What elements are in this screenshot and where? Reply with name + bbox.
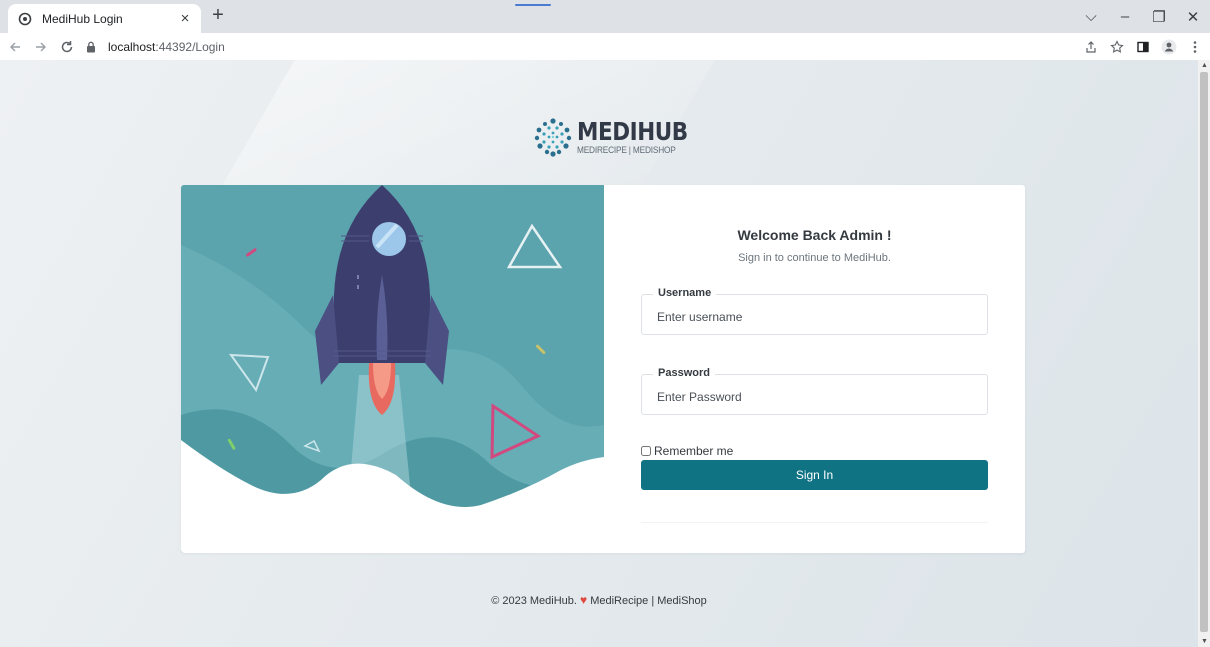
page-viewport: MEDIHUB MEDIRECIPE | MEDISHOP Welcome Ba… — [0, 60, 1198, 647]
side-panel-icon[interactable] — [1132, 36, 1154, 58]
tab-close-icon[interactable]: × — [177, 10, 193, 27]
tab-search-icon[interactable]: ⌵ — [1074, 0, 1108, 33]
page-scrollbar[interactable]: ▲ ▼ — [1198, 60, 1210, 647]
tab-strip-indicator — [515, 4, 551, 6]
medihub-logo[interactable]: MEDIHUB MEDIRECIPE | MEDISHOP — [533, 117, 706, 157]
password-field: Password — [641, 367, 988, 415]
remember-me-checkbox[interactable] — [641, 446, 651, 456]
lock-icon[interactable] — [86, 40, 100, 54]
bookmark-star-icon[interactable] — [1106, 36, 1128, 58]
scrollbar-thumb[interactable] — [1200, 72, 1208, 632]
welcome-heading: Welcome Back Admin ! — [737, 227, 892, 243]
share-icon[interactable] — [1080, 36, 1102, 58]
page-footer: © 2023 MediHub. ♥ MediRecipe | MediShop — [0, 593, 1198, 607]
tab-title: MediHub Login — [42, 11, 123, 26]
forward-icon[interactable] — [30, 36, 52, 58]
form-divider — [641, 522, 988, 523]
heart-icon: ♥ — [580, 593, 588, 607]
minimize-icon[interactable]: – — [1108, 0, 1142, 33]
reload-icon[interactable] — [56, 36, 78, 58]
browser-tab[interactable]: MediHub Login × — [8, 4, 201, 33]
browser-tabstrip: MediHub Login × + ⌵ – ❐ ✕ — [0, 0, 1210, 33]
browser-menu-icon[interactable] — [1184, 36, 1206, 58]
toolbar-actions — [1076, 33, 1206, 60]
scroll-up-icon[interactable]: ▲ — [1201, 62, 1208, 69]
back-icon[interactable] — [4, 36, 26, 58]
rocket-illustration — [181, 185, 604, 553]
welcome-subtitle: Sign in to continue to MediHub. — [738, 252, 891, 264]
remember-me[interactable]: Remember me — [641, 444, 733, 458]
username-input[interactable] — [642, 305, 987, 329]
profile-avatar-icon[interactable] — [1158, 36, 1180, 58]
restore-icon[interactable]: ❐ — [1142, 0, 1176, 33]
window-close-icon[interactable]: ✕ — [1176, 0, 1210, 33]
brand-tagline: MEDIRECIPE | MEDISHOP — [577, 145, 676, 155]
login-card: Welcome Back Admin ! Sign in to continue… — [181, 185, 1025, 553]
username-label: Username — [653, 287, 717, 299]
address-bar[interactable]: localhost:44392/Login — [86, 40, 225, 54]
tab-favicon-icon — [18, 12, 32, 26]
window-controls: ⌵ – ❐ ✕ — [1074, 0, 1210, 33]
url-path: :44392/Login — [155, 39, 225, 54]
username-field: Username — [641, 287, 988, 335]
browser-toolbar: localhost:44392/Login — [0, 33, 1210, 60]
footer-links: MediRecipe | MediShop — [590, 595, 707, 607]
scroll-down-icon[interactable]: ▼ — [1201, 638, 1208, 645]
footer-copyright: © 2023 MediHub. — [491, 595, 577, 607]
password-label: Password — [653, 367, 715, 379]
password-input[interactable] — [642, 385, 987, 409]
molecule-logo-icon — [534, 118, 572, 157]
url-host: localhost — [108, 39, 156, 54]
sign-in-button[interactable]: Sign In — [641, 460, 988, 490]
new-tab-button[interactable]: + — [206, 4, 230, 28]
remember-me-label: Remember me — [654, 444, 734, 458]
login-form: Welcome Back Admin ! Sign in to continue… — [604, 185, 1025, 553]
brand-name: MEDIHUB — [577, 117, 688, 146]
